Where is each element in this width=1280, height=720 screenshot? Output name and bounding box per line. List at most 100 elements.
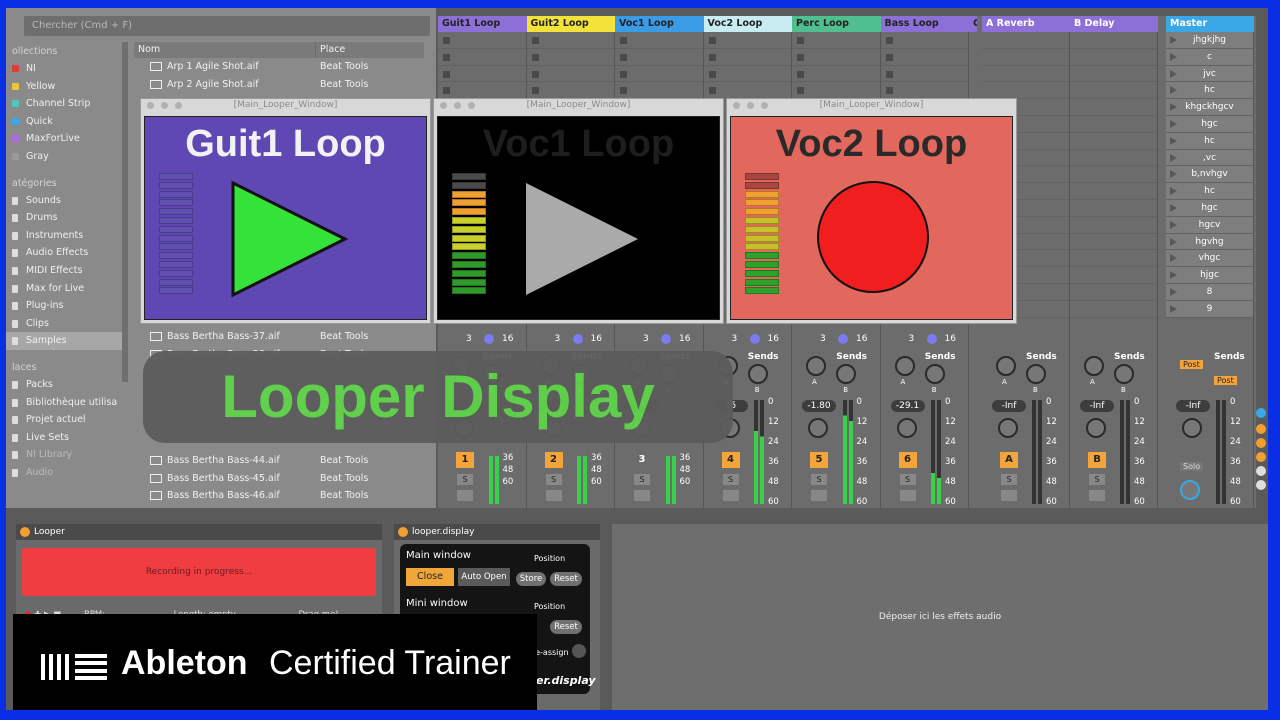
track-activator-button[interactable]: A xyxy=(1000,452,1018,468)
audio-effects-drop-zone[interactable]: Déposer ici les effets audio xyxy=(612,524,1268,710)
clip-slot[interactable] xyxy=(615,66,703,83)
arm-button[interactable] xyxy=(634,490,650,501)
clip-slot[interactable] xyxy=(703,66,791,83)
io-dot-icon[interactable] xyxy=(749,334,760,344)
clip-slot[interactable] xyxy=(1070,183,1157,200)
send-a-knob[interactable] xyxy=(894,356,915,376)
clip-slot[interactable] xyxy=(982,32,1069,49)
track-header-a-reverb[interactable]: A Reverb xyxy=(982,16,1070,32)
view-switch-delay[interactable] xyxy=(1256,480,1266,490)
clip-stop-button[interactable] xyxy=(620,37,627,44)
view-switch-crossfader[interactable] xyxy=(1256,466,1266,476)
window-control-icon[interactable] xyxy=(161,102,168,109)
clip-slot[interactable] xyxy=(1070,99,1157,116)
reassign-toggle[interactable] xyxy=(572,644,586,658)
clip-slot[interactable] xyxy=(438,82,526,100)
clip-stop-button[interactable] xyxy=(708,87,716,95)
sidebar-item-place[interactable]: Bibliothèque utilisa xyxy=(6,394,124,412)
window-control-icon[interactable] xyxy=(733,102,740,109)
send-b-knob[interactable] xyxy=(1026,364,1046,384)
sidebar-item-collection[interactable]: Gray xyxy=(6,148,124,166)
mini-reset-button[interactable]: Reset xyxy=(550,620,582,634)
volume-display[interactable]: -Inf xyxy=(1176,400,1210,412)
clip-slot[interactable] xyxy=(615,49,703,66)
clip-slot[interactable] xyxy=(1070,150,1157,167)
record-icon[interactable] xyxy=(817,181,929,293)
track-activator-button[interactable]: B xyxy=(1088,452,1106,468)
sidebar-item-category[interactable]: Plug-ins xyxy=(6,297,124,315)
solo-label[interactable]: Solo xyxy=(1180,462,1204,471)
clip-slot[interactable] xyxy=(880,32,968,49)
reset-button[interactable]: Reset xyxy=(550,572,582,586)
sidebar-scrollbar[interactable] xyxy=(122,42,128,382)
post-button[interactable]: Post xyxy=(1180,360,1203,369)
scene-launch-slot[interactable]: hgc xyxy=(1166,115,1253,133)
store-button[interactable]: Store xyxy=(516,572,546,586)
window-control-icon[interactable] xyxy=(175,102,182,109)
view-switch-io[interactable] xyxy=(1256,408,1266,418)
scene-launch-slot[interactable]: hgvhg xyxy=(1166,233,1253,251)
clip-slot[interactable] xyxy=(1070,301,1157,318)
scene-launch-icon[interactable] xyxy=(1170,52,1177,61)
device-power-icon[interactable] xyxy=(398,527,408,537)
solo-button[interactable]: S xyxy=(1089,474,1105,485)
clip-stop-button[interactable] xyxy=(797,70,804,78)
scene-launch-icon[interactable] xyxy=(1170,86,1177,95)
clip-stop-button[interactable] xyxy=(885,87,893,95)
pan-knob[interactable] xyxy=(808,418,828,438)
clip-slot[interactable] xyxy=(615,82,703,100)
arm-button[interactable] xyxy=(1001,490,1017,501)
arm-button[interactable] xyxy=(899,490,916,501)
track-activator-button[interactable]: 1 xyxy=(456,452,474,468)
clip-slot[interactable] xyxy=(1070,267,1157,284)
view-switch-sends[interactable] xyxy=(1256,424,1266,434)
clip-slot[interactable] xyxy=(1070,200,1157,217)
send-b-knob[interactable] xyxy=(836,364,857,384)
file-row[interactable]: Bass Bertha Bass-45.aif Beat Tools xyxy=(134,470,424,488)
window-control-icon[interactable] xyxy=(761,102,768,109)
scene-launch-icon[interactable] xyxy=(1170,254,1177,263)
clip-slot[interactable] xyxy=(615,32,703,49)
clip-slot[interactable] xyxy=(1070,49,1157,66)
scene-launch-icon[interactable] xyxy=(1170,271,1177,280)
clip-stop-button[interactable] xyxy=(708,37,716,44)
scene-launch-slot[interactable]: hgc xyxy=(1166,199,1253,217)
sidebar-item-category[interactable]: Max for Live xyxy=(6,280,124,298)
clip-slot[interactable] xyxy=(1070,166,1157,184)
io-dot-icon[interactable] xyxy=(926,334,937,344)
scene-launch-slot[interactable]: hgcv xyxy=(1166,216,1253,234)
clip-slot[interactable] xyxy=(792,66,880,83)
window-control-icon[interactable] xyxy=(440,102,447,109)
sidebar-item-place[interactable]: Audio xyxy=(6,464,124,482)
sidebar-item-category[interactable]: Sounds xyxy=(6,192,124,210)
scene-launch-icon[interactable] xyxy=(1170,36,1177,44)
scene-launch-slot[interactable]: c xyxy=(1166,48,1253,66)
clip-slot[interactable] xyxy=(526,82,614,100)
track-header-guit1-loop[interactable]: Guit1 Loop xyxy=(438,16,527,32)
track-header-master[interactable]: Master xyxy=(1166,16,1254,32)
scene-launch-slot[interactable]: hjgc xyxy=(1166,267,1253,284)
pan-knob[interactable] xyxy=(998,418,1018,438)
sidebar-item-place[interactable]: NI Library xyxy=(6,446,124,464)
send-b-knob[interactable] xyxy=(747,364,768,384)
sidebar-item-collection[interactable]: Quick xyxy=(6,113,124,131)
send-a-knob[interactable] xyxy=(996,356,1016,376)
window-control-icon[interactable] xyxy=(468,102,475,109)
clip-stop-button[interactable] xyxy=(885,53,893,61)
scene-launch-icon[interactable] xyxy=(1170,69,1177,78)
track-header-voc2-loop[interactable]: Voc2 Loop xyxy=(703,16,792,32)
scene-launch-icon[interactable] xyxy=(1170,287,1177,296)
track-header-guit2-loop[interactable]: Guit2 Loop xyxy=(526,16,615,32)
solo-button[interactable]: S xyxy=(722,474,739,485)
scene-launch-slot[interactable]: hc xyxy=(1166,132,1253,150)
browser-search-input[interactable]: Chercher (Cmd + F) xyxy=(24,16,430,36)
volume-display[interactable]: -1.80 xyxy=(802,400,836,412)
volume-display[interactable]: -29.1 xyxy=(890,400,925,412)
arm-button[interactable] xyxy=(457,490,473,501)
sidebar-item-category[interactable]: Audio Effects xyxy=(6,244,124,262)
clip-stop-button[interactable] xyxy=(531,53,539,61)
clip-slot[interactable] xyxy=(526,49,614,66)
clip-slot[interactable] xyxy=(792,82,880,100)
clip-slot[interactable] xyxy=(703,82,791,100)
sidebar-item-category[interactable]: MIDI Effects xyxy=(6,262,124,280)
